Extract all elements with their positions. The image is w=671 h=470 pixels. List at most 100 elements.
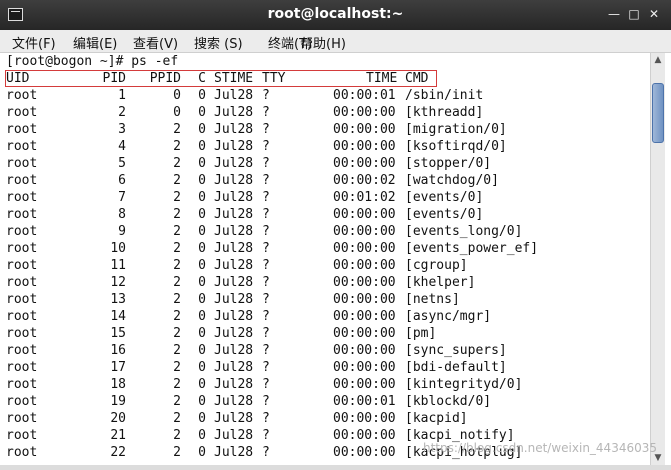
cell-time: 00:00:01: [333, 394, 396, 409]
cell-tty: ?: [262, 122, 270, 137]
cell-stime: Jul28: [214, 258, 254, 273]
cell-c: 0: [198, 428, 206, 443]
menu-help[interactable]: 帮助(H): [300, 33, 346, 52]
close-icon[interactable]: ✕: [646, 6, 662, 22]
cell-pid: 3: [118, 122, 126, 137]
cell-pid: 5: [118, 156, 126, 171]
cell-pid: 20: [110, 411, 126, 426]
cell-time: 00:00:00: [333, 156, 396, 171]
cell-time: 00:00:00: [333, 377, 396, 392]
cell-time: 00:00:00: [333, 428, 396, 443]
process-row: root 15 2 0 Jul28? 00:00:00 [pm]: [0, 326, 650, 343]
process-row: root 4 2 0 Jul28? 00:00:00 [ksoftirqd/0]: [0, 139, 650, 156]
cell-cmd: [pm]: [405, 326, 437, 341]
cell-cmd: [netns]: [405, 292, 460, 307]
cell-time: 00:00:00: [333, 122, 396, 137]
cell-stime: Jul28: [214, 360, 254, 375]
header-time: TIME: [366, 71, 398, 86]
cell-uid: root: [6, 292, 38, 307]
cell-cmd: [events_power_ef]: [405, 241, 539, 256]
cell-cmd: [kintegrityd/0]: [405, 377, 523, 392]
cell-time: 00:00:00: [333, 275, 396, 290]
title-bar[interactable]: root@localhost:~ — □ ✕: [0, 0, 671, 30]
process-row: root 8 2 0 Jul28? 00:00:00 [events/0]: [0, 207, 650, 224]
process-row: root 14 2 0 Jul28? 00:00:00 [async/mgr]: [0, 309, 650, 326]
cell-c: 0: [198, 275, 206, 290]
cell-cmd: [events/0]: [405, 190, 484, 205]
cell-ppid: 2: [173, 258, 181, 273]
cell-stime: Jul28: [214, 207, 254, 222]
cell-cmd: [bdi-default]: [405, 360, 507, 375]
cell-tty: ?: [262, 309, 270, 324]
cell-c: 0: [198, 139, 206, 154]
cell-c: 0: [198, 360, 206, 375]
cell-time: 00:00:00: [333, 105, 396, 120]
menu-edit[interactable]: 编辑(E): [73, 33, 117, 52]
scroll-thumb[interactable]: [652, 83, 664, 143]
cell-c: 0: [198, 156, 206, 171]
menu-view[interactable]: 查看(V): [133, 33, 178, 52]
cell-time: 00:01:02: [333, 190, 396, 205]
maximize-icon[interactable]: □: [626, 6, 642, 22]
cell-stime: Jul28: [214, 309, 254, 324]
cell-c: 0: [198, 122, 206, 137]
watermark: https://blog.csdn.net/weixin_44346035: [422, 441, 657, 455]
cell-uid: root: [6, 343, 38, 358]
terminal-output[interactable]: [root@bogon ~]# ps -ef UID PID PPID C ST…: [0, 53, 650, 465]
cell-stime: Jul28: [214, 224, 254, 239]
menu-file[interactable]: 文件(F): [12, 33, 56, 52]
cell-pid: 11: [110, 258, 126, 273]
cell-ppid: 2: [173, 207, 181, 222]
header-c: C: [198, 71, 206, 86]
window-title: root@localhost:~: [267, 6, 404, 22]
cell-stime: Jul28: [214, 88, 254, 103]
cell-c: 0: [198, 445, 206, 460]
cell-stime: Jul28: [214, 292, 254, 307]
cell-time: 00:00:00: [333, 309, 396, 324]
cell-pid: 12: [110, 275, 126, 290]
cell-uid: root: [6, 275, 38, 290]
cell-time: 00:00:00: [333, 411, 396, 426]
cell-c: 0: [198, 224, 206, 239]
bottom-edge: [0, 465, 671, 470]
cell-uid: root: [6, 224, 38, 239]
cell-stime: Jul28: [214, 275, 254, 290]
terminal-window: root@localhost:~ — □ ✕ 文件(F) 编辑(E) 查看(V)…: [0, 0, 671, 470]
command-prompt: [root@bogon ~]# ps -ef: [6, 54, 179, 69]
process-row: root 7 2 0 Jul28? 00:01:02 [events/0]: [0, 190, 650, 207]
minimize-icon[interactable]: —: [606, 6, 622, 22]
cell-pid: 21: [110, 428, 126, 443]
process-row: root 20 2 0 Jul28? 00:00:00 [kacpid]: [0, 411, 650, 428]
cell-uid: root: [6, 139, 38, 154]
cell-uid: root: [6, 326, 38, 341]
cell-uid: root: [6, 360, 38, 375]
cell-uid: root: [6, 377, 38, 392]
cell-stime: Jul28: [214, 122, 254, 137]
process-row: root 1 0 0 Jul28? 00:00:01/sbin/init: [0, 88, 650, 105]
cell-pid: 22: [110, 445, 126, 460]
scroll-up-icon[interactable]: ▲: [651, 53, 665, 67]
cell-c: 0: [198, 309, 206, 324]
cell-stime: Jul28: [214, 241, 254, 256]
cell-cmd: [migration/0]: [405, 122, 507, 137]
cell-stime: Jul28: [214, 428, 254, 443]
cell-stime: Jul28: [214, 377, 254, 392]
cell-ppid: 2: [173, 139, 181, 154]
cell-stime: Jul28: [214, 343, 254, 358]
cell-stime: Jul28: [214, 173, 254, 188]
cell-c: 0: [198, 394, 206, 409]
cell-ppid: 2: [173, 122, 181, 137]
cell-uid: root: [6, 241, 38, 256]
table-header: UID PID PPID C STIME TTY TIME CMD: [0, 71, 650, 88]
cell-stime: Jul28: [214, 411, 254, 426]
cell-cmd: [stopper/0]: [405, 156, 492, 171]
cell-time: 00:00:00: [333, 139, 396, 154]
cell-time: 00:00:01: [333, 88, 396, 103]
vertical-scrollbar[interactable]: ▲ ▼: [650, 53, 665, 465]
cell-tty: ?: [262, 207, 270, 222]
cell-ppid: 2: [173, 343, 181, 358]
cell-tty: ?: [262, 258, 270, 273]
cell-ppid: 2: [173, 309, 181, 324]
menu-search[interactable]: 搜索 (S): [194, 33, 243, 52]
cell-tty: ?: [262, 190, 270, 205]
